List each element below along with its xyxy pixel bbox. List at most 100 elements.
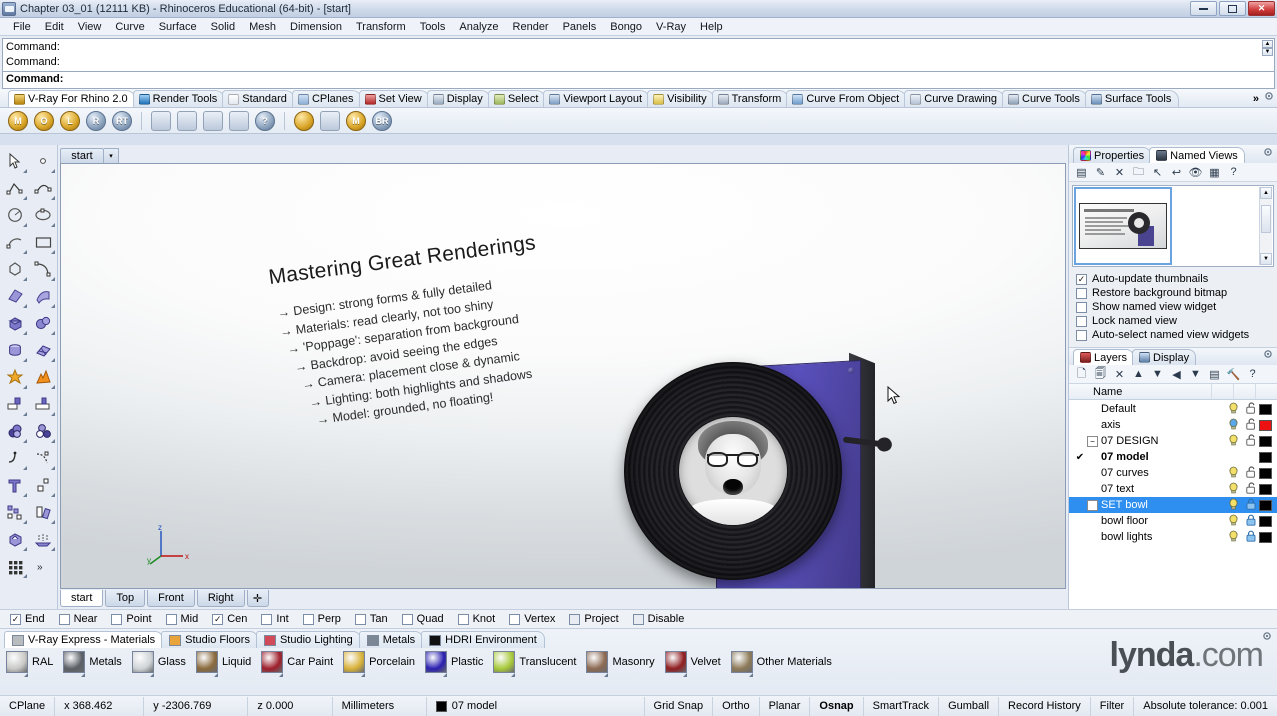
new-sublayer-icon[interactable]: 🗐 [1093,367,1108,382]
checkbox[interactable] [111,613,123,625]
menu-item-dimension[interactable]: Dimension [283,19,349,35]
checkbox[interactable] [1076,273,1087,285]
blend-icon[interactable] [31,446,56,471]
menu-item-edit[interactable]: Edit [38,19,71,35]
more-tools-icon[interactable]: » [31,554,56,579]
close-button[interactable]: ✕ [1248,1,1275,16]
rectangle-icon[interactable] [31,230,56,255]
menu-item-surface[interactable]: Surface [152,19,204,35]
menu-item-solid[interactable]: Solid [204,19,242,35]
osnap-vertex[interactable]: Vertex [509,613,555,625]
curve-control-icon[interactable] [31,257,56,282]
tool-flyout-corner-icon[interactable] [51,331,55,335]
toolbar-tab-curve-from-object[interactable]: Curve From Object [786,90,908,107]
fillet-icon[interactable] [3,446,28,471]
tools-icon[interactable]: 🔨 [1226,367,1241,382]
menu-item-panels[interactable]: Panels [556,19,604,35]
named-view-option[interactable]: Restore background bitmap [1069,286,1277,300]
layer-name[interactable]: 07 text [1101,483,1225,495]
checkbox[interactable] [632,613,644,625]
tool-flyout-corner-icon[interactable] [23,520,27,524]
tool-flyout-corner-icon[interactable] [51,250,55,254]
material-swatch[interactable] [195,651,218,677]
layer-name[interactable]: bowl lights [1101,531,1225,543]
layer-row[interactable]: ✔ 07 model [1069,449,1277,465]
named-view-option[interactable]: Show named view widget [1069,300,1277,314]
layer-lock-icon[interactable] [1242,530,1259,545]
checkbox[interactable] [401,613,413,625]
status-toggle-record-history[interactable]: Record History [999,696,1091,716]
layer-color-swatch[interactable] [1259,531,1272,543]
explode-icon[interactable] [31,365,56,390]
command-history[interactable]: Command: Command: ▲ ▼ [2,38,1275,72]
menu-item-curve[interactable]: Curve [108,19,151,35]
status-toggle-grid-snap[interactable]: Grid Snap [645,696,714,716]
material-swatch[interactable] [664,651,687,677]
menu-item-v-ray[interactable]: V-Ray [649,19,693,35]
tool-flyout-corner-icon[interactable] [51,223,55,227]
sphere-icon[interactable] [31,311,56,336]
arc-icon[interactable] [3,230,28,255]
material-other-materials[interactable]: Other Materials [730,651,832,677]
panel-options-gear-icon[interactable] [1262,146,1274,161]
toolbar-tab-set-view[interactable]: Set View [358,90,430,107]
polyline-icon[interactable] [3,176,28,201]
layer-lock-icon[interactable] [1242,433,1259,449]
menu-item-transform[interactable]: Transform [349,19,413,35]
tool-flyout-corner-icon[interactable] [23,412,27,416]
layer-visibility-bulb-icon[interactable] [1225,402,1242,417]
viewport-tab-top[interactable]: Top [105,590,146,607]
vray-m2-button[interactable]: M [346,110,366,131]
point-icon[interactable] [31,149,56,174]
menu-item-analyze[interactable]: Analyze [452,19,505,35]
layer-name[interactable]: 07 curves [1101,467,1225,479]
rename-view-icon[interactable]: ✎ [1093,165,1108,180]
material-swatch[interactable] [493,651,516,677]
material-tab-metals[interactable]: Metals [358,631,424,648]
menu-item-view[interactable]: View [71,19,109,35]
layer-visibility-bulb-icon[interactable] [1225,466,1242,481]
material-masonry[interactable]: Masonry [586,651,655,677]
back-icon[interactable]: ◀ [1169,367,1184,382]
status-current-layer[interactable]: 07 model [427,696,645,716]
checkbox[interactable] [302,613,314,625]
status-toggle-gumball[interactable]: Gumball [939,696,1000,716]
toolbar-tab-display[interactable]: Display [426,90,491,107]
osnap-int[interactable]: Int [261,613,289,625]
layer-lock-icon[interactable] [1242,417,1259,433]
group-icon[interactable] [3,500,28,525]
layer-color-swatch[interactable] [1259,499,1272,511]
toolbar-tab-transform[interactable]: Transform [711,90,790,107]
open-folder-icon[interactable]: 🗀 [1131,165,1146,180]
layer-visibility-bulb-icon[interactable] [1225,482,1242,497]
grid-icon[interactable] [3,554,28,579]
scroll-up-arrow-icon[interactable]: ▲ [1260,187,1272,199]
tool-flyout-corner-icon[interactable] [23,223,27,227]
layer-color-swatch[interactable] [1259,403,1272,415]
tool-flyout-corner-icon[interactable] [51,385,55,389]
layer-color-swatch[interactable] [1259,515,1272,527]
polygon-icon[interactable] [3,257,28,282]
tool-flyout-corner-icon[interactable] [23,196,27,200]
checkbox[interactable] [354,613,366,625]
material-porcelain[interactable]: Porcelain [343,651,415,677]
layers-column-name[interactable]: Name [1069,386,1147,398]
array-icon[interactable] [31,473,56,498]
material-glass[interactable]: Glass [131,651,186,677]
layer-color-swatch[interactable] [1259,435,1272,447]
osnap-disable[interactable]: Disable [632,613,684,625]
status-toggle-smarttrack[interactable]: SmartTrack [864,696,940,716]
named-view-thumbnail-selected[interactable] [1074,187,1172,265]
target-button[interactable] [294,110,314,131]
osnap-knot[interactable]: Knot [457,613,495,625]
menu-item-file[interactable]: File [6,19,38,35]
layer-visibility-bulb-icon[interactable] [1225,434,1242,449]
status-toggle-planar[interactable]: Planar [760,696,811,716]
checkbox[interactable] [1076,315,1087,327]
material-swatch[interactable] [63,651,86,677]
layer-row[interactable]: 07 text [1069,481,1277,497]
extrude-icon[interactable] [3,527,28,552]
toolbar-tab-viewport-layout[interactable]: Viewport Layout [543,90,651,107]
toolbar-tab-visibility[interactable]: Visibility [647,90,715,107]
named-view-option[interactable]: Lock named view [1069,314,1277,328]
